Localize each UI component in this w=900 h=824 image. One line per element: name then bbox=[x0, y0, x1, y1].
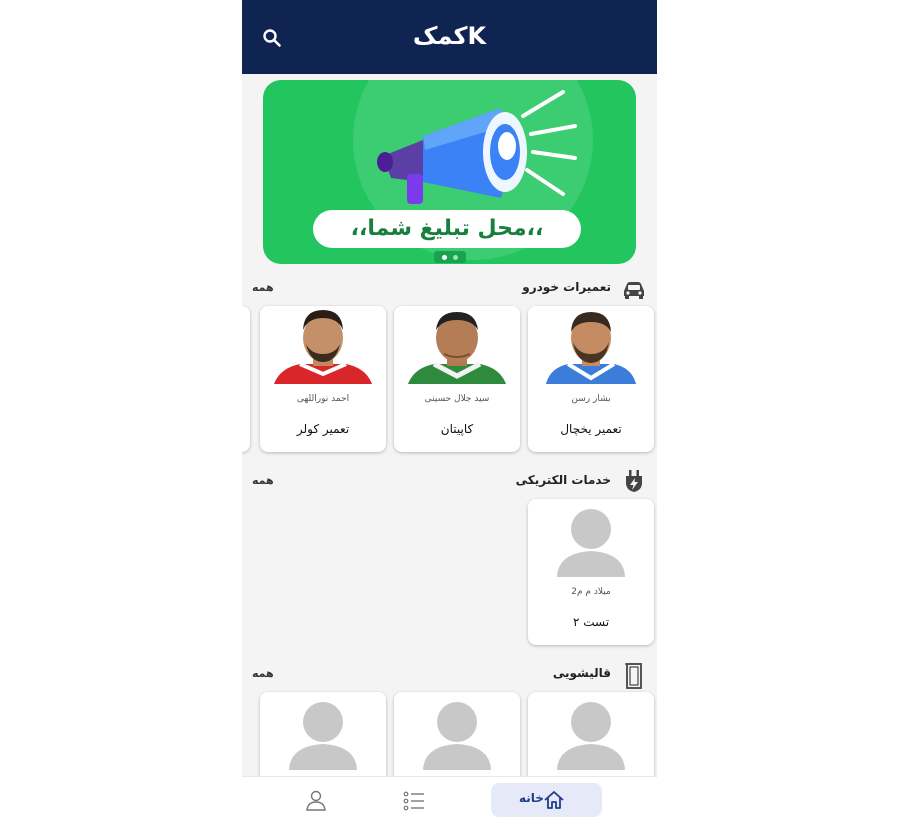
service-card[interactable]: احمد نوراللهی تعمیر کولر bbox=[260, 306, 386, 452]
bottom-navigation: خانه bbox=[242, 776, 657, 824]
nav-home-label: خانه bbox=[519, 791, 544, 805]
service-name: تست ۲ bbox=[572, 615, 610, 629]
profile-icon[interactable] bbox=[305, 789, 327, 811]
app-bar: کمکK bbox=[242, 0, 657, 74]
provider-name: بشار رسن bbox=[571, 394, 611, 404]
list-icon[interactable] bbox=[403, 791, 425, 811]
provider-name: میلاد م م2 bbox=[571, 587, 611, 597]
profile-photo bbox=[394, 306, 520, 384]
carousel-dots bbox=[434, 251, 466, 263]
car-icon bbox=[624, 282, 644, 299]
section-title: قالیشویی bbox=[552, 666, 611, 680]
profile-photo bbox=[260, 306, 386, 384]
phone-screen: کمکK ،،محل تبلیغ شما،، همه تعمیرات خودرو… bbox=[242, 0, 657, 824]
see-all-link[interactable]: همه bbox=[252, 281, 274, 294]
section-header-electrical: همه خدمات الکتریکی bbox=[242, 470, 657, 496]
service-name: کاپیتان bbox=[440, 422, 474, 436]
avatar-placeholder-icon bbox=[528, 499, 654, 577]
provider-name: احمد نوراللهی bbox=[296, 394, 350, 404]
app-logo: کمکK bbox=[412, 22, 487, 50]
see-all-link[interactable]: همه bbox=[252, 667, 274, 680]
nav-home-tab[interactable]: خانه bbox=[491, 783, 602, 817]
avatar-placeholder-icon bbox=[260, 692, 386, 770]
banner-text: ،،محل تبلیغ شما،، bbox=[313, 210, 581, 248]
section-title: خدمات الکتریکی bbox=[515, 473, 611, 487]
provider-name: سید جلال حسینی bbox=[424, 394, 490, 404]
see-all-link[interactable]: همه bbox=[252, 474, 274, 487]
section-title: تعمیرات خودرو bbox=[522, 280, 611, 294]
service-card-partial[interactable] bbox=[242, 306, 250, 452]
carpet-icon bbox=[625, 663, 643, 689]
service-name: تعمیر کولر bbox=[296, 422, 350, 436]
home-icon bbox=[544, 791, 564, 809]
ad-banner[interactable]: ،،محل تبلیغ شما،، bbox=[263, 80, 636, 264]
service-card[interactable]: میلاد م م2 تست ۲ bbox=[528, 499, 654, 645]
electric-plug-icon bbox=[626, 470, 642, 492]
carousel-dot[interactable] bbox=[453, 255, 458, 260]
carousel-dot-active[interactable] bbox=[442, 255, 447, 260]
service-card[interactable]: بشار رسن تعمیر یخچال bbox=[528, 306, 654, 452]
profile-photo bbox=[528, 306, 654, 384]
section-header-car-repair: همه تعمیرات خودرو bbox=[242, 277, 657, 303]
megaphone-icon bbox=[377, 90, 577, 204]
avatar-placeholder-icon bbox=[528, 692, 654, 770]
service-name: تعمیر یخچال bbox=[560, 422, 622, 436]
search-icon[interactable] bbox=[262, 28, 282, 48]
avatar-placeholder-icon bbox=[394, 692, 520, 770]
service-card[interactable]: سید جلال حسینی کاپیتان bbox=[394, 306, 520, 452]
section-header-carpet: همه قالیشویی bbox=[242, 663, 657, 689]
